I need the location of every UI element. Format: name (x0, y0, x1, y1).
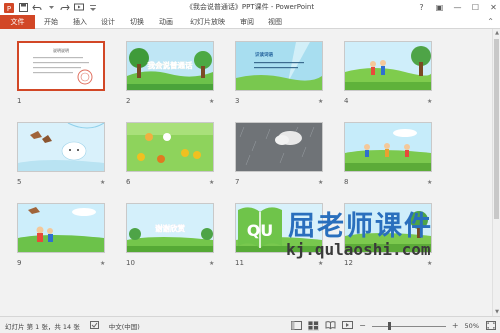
transition-star-icon[interactable]: ★ (209, 179, 214, 186)
zoom-slider-knob[interactable] (387, 321, 391, 330)
tab-design[interactable]: 设计 (101, 16, 115, 29)
transition-star-icon[interactable]: ★ (100, 260, 105, 267)
slide-sorter-view-icon[interactable] (308, 320, 320, 331)
tab-transitions[interactable]: 切换 (130, 16, 144, 29)
slide-thumbnail[interactable]: 识读词语 (235, 41, 323, 91)
slide-thumbnail[interactable] (126, 122, 214, 172)
slide-thumbnail[interactable] (344, 122, 432, 172)
ribbon-display-options-icon[interactable]: ▣ (435, 3, 444, 12)
slide-number: 10 (126, 259, 135, 267)
window-controls: ? ▣ — ☐ ✕ (417, 0, 498, 15)
slide-sorter: 说明说明 1 我会说普通话 2 ★ 识读词语 3 ★ 4 ★ 5 ★ 6 ★ 7… (0, 29, 500, 316)
tab-insert[interactable]: 插入 (73, 16, 87, 29)
watermark-url: kj.qulaoshi.com (286, 240, 431, 259)
zoom-slider[interactable] (371, 321, 446, 331)
slide-thumbnail[interactable] (235, 122, 323, 172)
minimize-icon[interactable]: — (453, 3, 462, 12)
slide-thumbnail[interactable] (344, 41, 432, 91)
transition-star-icon[interactable]: ★ (209, 260, 214, 267)
slide-thumbnail[interactable] (17, 122, 105, 172)
slide-number: 3 (235, 97, 240, 105)
help-icon[interactable]: ? (417, 3, 426, 12)
slide-number: 5 (17, 178, 22, 186)
slide-count-status: 幻灯片 第 1 张，共 14 张 (5, 323, 80, 331)
tab-home[interactable]: 开始 (44, 16, 58, 29)
transition-star-icon[interactable]: ★ (318, 98, 323, 105)
transition-star-icon[interactable]: ★ (100, 179, 105, 186)
slide-number: 8 (344, 178, 349, 186)
maximize-icon[interactable]: ☐ (471, 3, 480, 12)
tab-animations[interactable]: 动画 (159, 16, 173, 29)
slide-number: 9 (17, 259, 22, 267)
fit-slide-icon[interactable] (485, 321, 496, 331)
transition-star-icon[interactable]: ★ (427, 179, 432, 186)
tab-review[interactable]: 审阅 (240, 16, 254, 29)
slide-show-view-icon[interactable] (342, 321, 354, 331)
language-status[interactable]: 中文(中国) (109, 321, 140, 331)
transition-star-icon[interactable]: ★ (318, 179, 323, 186)
slide-thumbnail[interactable] (17, 203, 105, 253)
slide-1-title: 说明说明 (53, 47, 69, 53)
slide-10-title: 谢谢欣赏 (155, 223, 185, 233)
proofing-icon[interactable] (89, 321, 99, 331)
ribbon-tabs: 文件 开始 插入 设计 切换 动画 幻灯片放映 审阅 视图 ⌃ (0, 15, 500, 29)
tab-view[interactable]: 视图 (268, 16, 282, 29)
normal-view-icon[interactable] (291, 321, 303, 331)
transition-star-icon[interactable]: ★ (427, 98, 432, 105)
scroll-up-icon[interactable]: ▲ (493, 29, 500, 37)
slide-thumbnail[interactable]: 我会说普通话 (126, 41, 214, 91)
scroll-down-icon[interactable]: ▼ (493, 308, 500, 316)
zoom-out-button[interactable]: − (359, 321, 366, 330)
watermark: QU 屈老师课件 kj.qulaoshi.com (234, 200, 440, 270)
book-logo-icon: QU (238, 207, 282, 248)
slide-thumbnail[interactable]: 说明说明 (17, 41, 105, 91)
close-icon[interactable]: ✕ (489, 3, 498, 12)
watermark-logo-text: QU (247, 221, 274, 240)
title-bar: P 《我会说普通话》PPT课件 - PowerPoint ? ▣ — ☐ ✕ (0, 0, 500, 15)
tab-slide-show[interactable]: 幻灯片放映 (190, 16, 225, 29)
scrollbar-thumb[interactable] (494, 39, 499, 219)
slide-2-title: 我会说普通话 (148, 60, 193, 70)
status-bar: 幻灯片 第 1 张，共 14 张 中文(中国) − + 50% (0, 316, 500, 333)
slide-number: 1 (17, 97, 22, 105)
transition-star-icon[interactable]: ★ (209, 98, 214, 105)
slide-thumbnail[interactable]: 谢谢欣赏 (126, 203, 214, 253)
vertical-scrollbar[interactable]: ▲ ▼ (492, 29, 500, 316)
slide-number: 4 (344, 97, 349, 105)
zoom-in-button[interactable]: + (452, 321, 459, 330)
slide-number: 2 (126, 97, 131, 105)
collapse-ribbon-icon[interactable]: ⌃ (487, 17, 494, 26)
slide-number: 6 (126, 178, 131, 186)
slide-3-title: 识读词语 (255, 51, 273, 58)
reading-view-icon[interactable] (325, 321, 336, 331)
zoom-level[interactable]: 50% (465, 322, 479, 330)
slide-number: 7 (235, 178, 240, 186)
tab-file[interactable]: 文件 (0, 15, 35, 29)
watermark-title: 屈老师课件 (288, 211, 433, 242)
